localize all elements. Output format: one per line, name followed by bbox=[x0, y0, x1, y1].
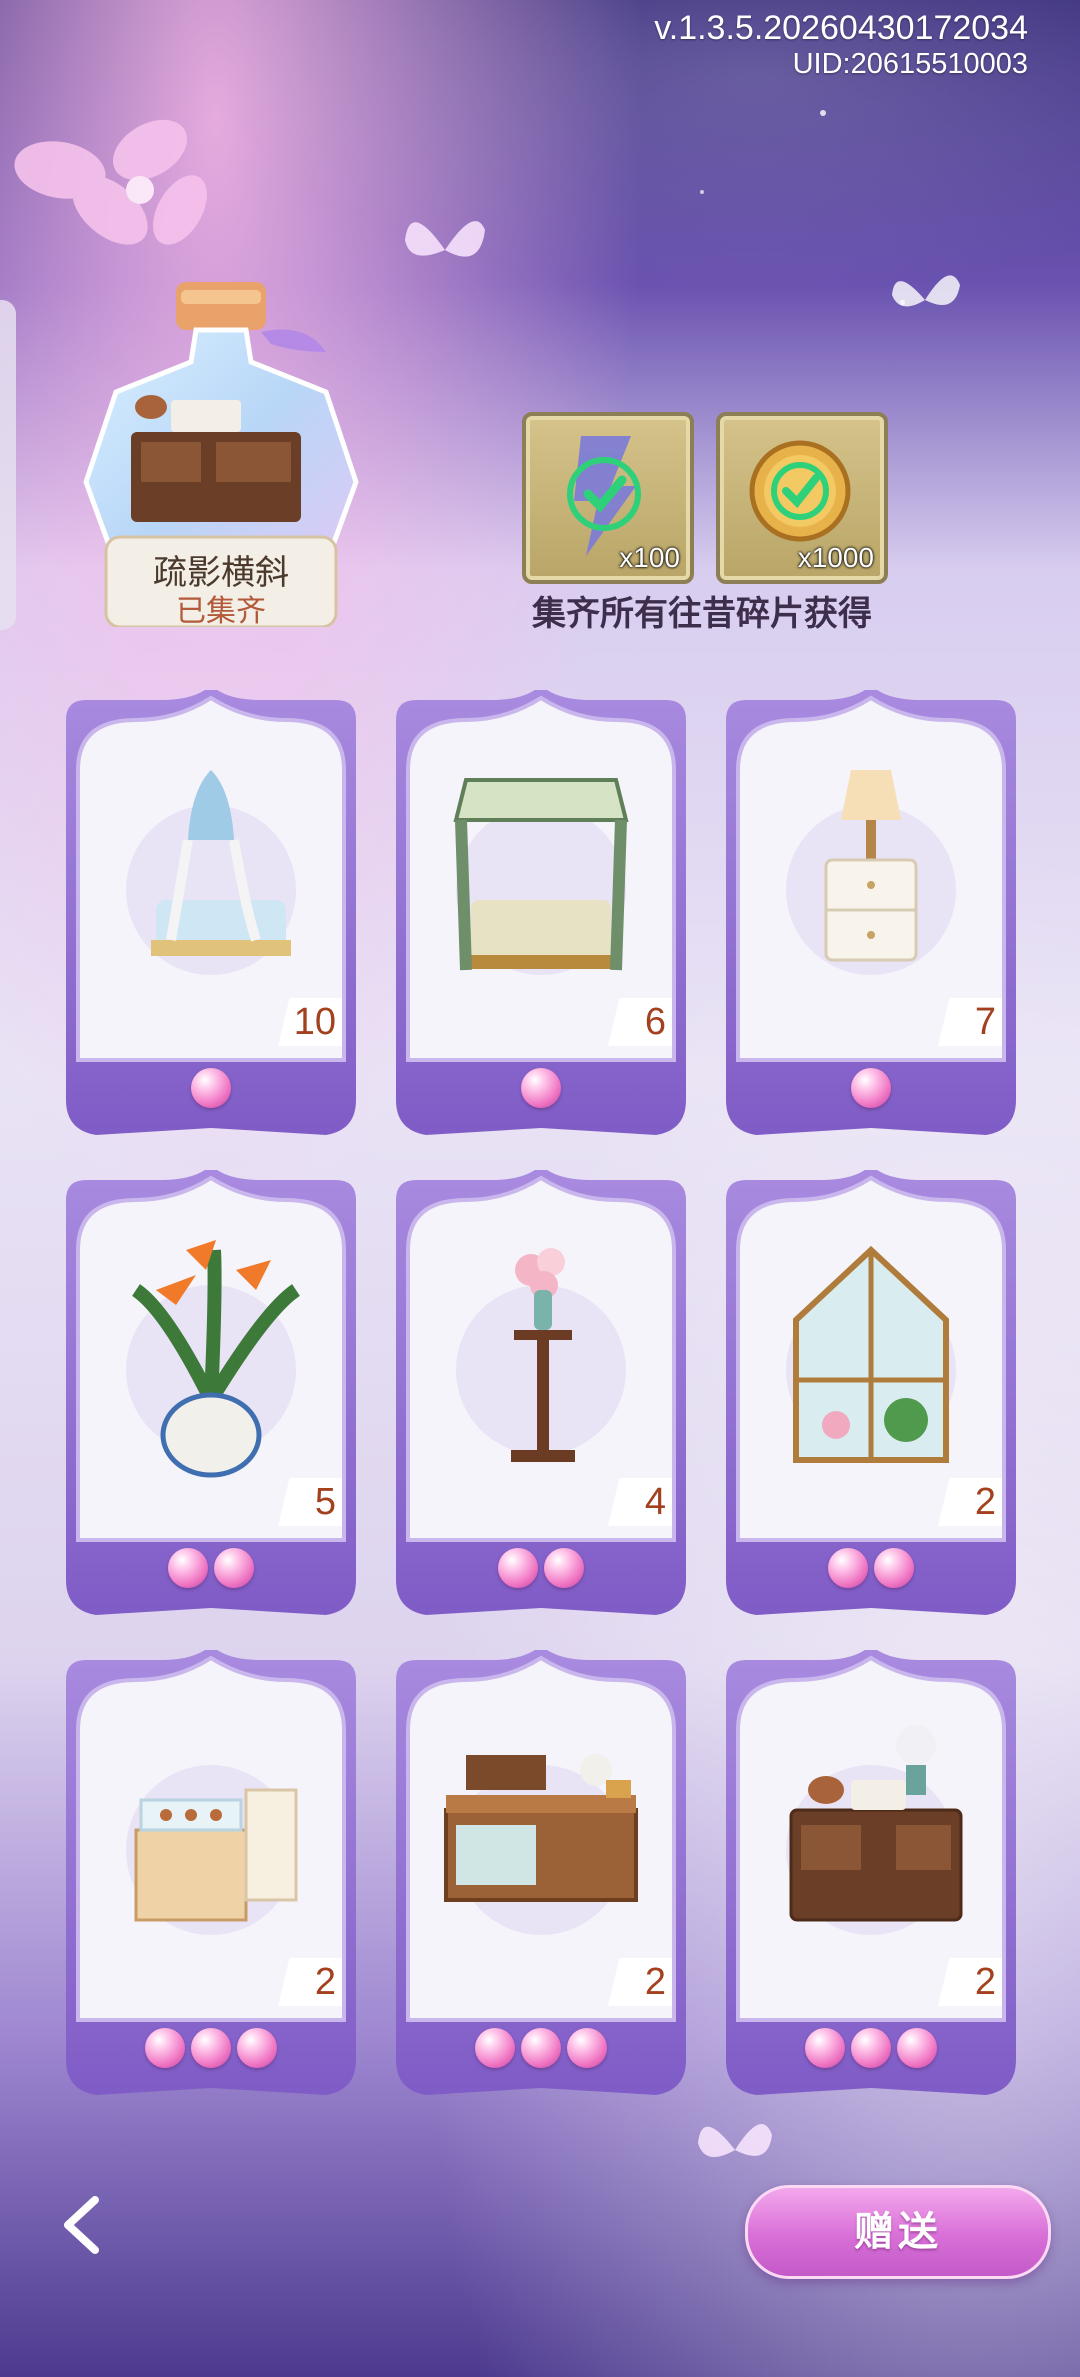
back-arrow-icon bbox=[64, 2196, 99, 2254]
pearl-icon bbox=[145, 2028, 185, 2068]
flower-stand-vase-icon bbox=[511, 1248, 575, 1462]
fragment-card[interactable]: 4 bbox=[396, 1170, 686, 1620]
fragment-card[interactable]: 10 bbox=[66, 690, 356, 1140]
pearl-icon bbox=[851, 2028, 891, 2068]
rarity-pearls bbox=[396, 2028, 686, 2074]
reward-slot-1[interactable]: x100 bbox=[522, 412, 694, 584]
rarity-pearls bbox=[66, 1548, 356, 1594]
pearl-icon bbox=[897, 2028, 937, 2068]
pearl-icon bbox=[168, 1548, 208, 1588]
pearl-icon bbox=[805, 2028, 845, 2068]
reward-qty: x100 bbox=[619, 542, 680, 573]
rarity-pearls bbox=[726, 1068, 1016, 1114]
rarity-pearls bbox=[66, 2028, 356, 2074]
pearl-icon bbox=[191, 1068, 231, 1108]
sparkle-decoration bbox=[700, 190, 704, 194]
rarity-pearls bbox=[396, 1548, 686, 1594]
version-text: v.1.3.5.20260430172034 bbox=[654, 9, 1028, 47]
pearl-icon bbox=[521, 2028, 561, 2068]
pearl-icon bbox=[191, 2028, 231, 2068]
greenhouse-icon bbox=[793, 1245, 949, 1463]
bird-of-paradise-plant-icon bbox=[131, 1240, 301, 1478]
four-poster-bed-green-icon bbox=[453, 778, 629, 971]
pearl-icon bbox=[521, 1068, 561, 1108]
fragment-card[interactable]: 6 bbox=[396, 690, 686, 1140]
rarity-pearls bbox=[396, 1068, 686, 1114]
rarity-pearls bbox=[66, 1068, 356, 1114]
nightstand-lamp-icon bbox=[824, 770, 918, 962]
reward-qty: x1000 bbox=[797, 542, 874, 573]
reward-caption: 集齐所有往昔碎片获得 bbox=[532, 594, 872, 634]
fragment-card[interactable]: 5 bbox=[66, 1170, 356, 1620]
fragment-card[interactable]: 2 bbox=[726, 1170, 1016, 1620]
pearl-icon bbox=[567, 2028, 607, 2068]
pearl-icon bbox=[498, 1548, 538, 1588]
wooden-shop-counter-icon bbox=[444, 1754, 638, 1902]
pearl-icon bbox=[237, 2028, 277, 2068]
butterfly-decoration bbox=[892, 275, 960, 307]
fragment-card[interactable]: 2 bbox=[726, 1650, 1016, 2100]
collection-bottle: 疏影横斜 已集齐 bbox=[76, 282, 366, 629]
pearl-icon bbox=[475, 2028, 515, 2068]
butterfly-decoration bbox=[405, 221, 485, 257]
rarity-pearls bbox=[726, 2028, 1016, 2074]
pearl-icon bbox=[851, 1068, 891, 1108]
back-button[interactable] bbox=[50, 2190, 120, 2260]
pearl-icon bbox=[544, 1548, 584, 1588]
display-counter-icon bbox=[134, 1788, 298, 1922]
side-drawer-handle[interactable] bbox=[0, 300, 16, 630]
vanity-desk-icon bbox=[789, 1725, 963, 1922]
pearl-icon bbox=[214, 1548, 254, 1588]
sparkle-decoration bbox=[820, 110, 826, 116]
uid-text: UID:20615510003 bbox=[792, 48, 1028, 80]
reward-slot-2[interactable]: x1000 bbox=[716, 412, 888, 584]
butterfly-decoration bbox=[698, 2123, 772, 2158]
canopy-bed-blue-icon bbox=[151, 770, 291, 956]
version-info: v.1.3.5.20260430172034 UID:20615510003 bbox=[654, 8, 1028, 80]
set-status-badge: 已集齐 bbox=[176, 594, 266, 629]
gift-button[interactable]: 赠送 bbox=[745, 2185, 1051, 2279]
fragment-card[interactable]: 2 bbox=[396, 1650, 686, 2100]
fragment-card[interactable]: 2 bbox=[66, 1650, 356, 2100]
rarity-pearls bbox=[726, 1548, 1016, 1594]
fragment-card[interactable]: 7 bbox=[726, 690, 1016, 1140]
pearl-icon bbox=[874, 1548, 914, 1588]
pearl-icon bbox=[828, 1548, 868, 1588]
